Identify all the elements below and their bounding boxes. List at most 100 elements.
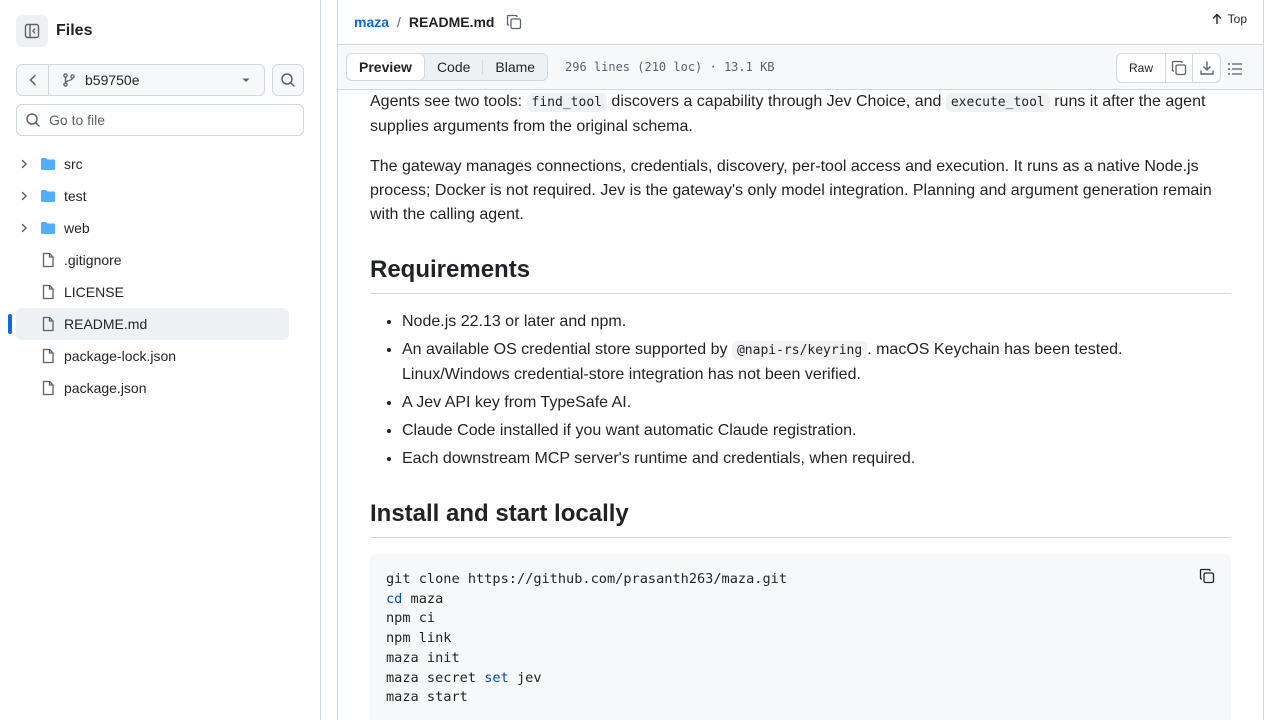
copy-path-button[interactable] bbox=[506, 14, 522, 30]
code-line: git clone https://github.com/prasanth263… bbox=[386, 571, 788, 587]
copy-icon bbox=[1171, 60, 1187, 76]
text: Agents see two tools: bbox=[370, 93, 527, 110]
code-line: cd maza bbox=[386, 590, 1215, 610]
sidebar-collapse-icon bbox=[24, 23, 40, 39]
readme-paragraph: The gateway manages connections, credent… bbox=[370, 158, 1212, 223]
tree-item-label: web bbox=[64, 220, 90, 236]
code-keyword: set bbox=[484, 669, 509, 686]
code-line: maza init bbox=[386, 649, 460, 666]
list-item: Claude Code installed if you want automa… bbox=[402, 419, 1231, 443]
chevron-right-icon[interactable] bbox=[16, 222, 32, 234]
tree-item-label: package.json bbox=[64, 380, 147, 396]
caret-down-icon bbox=[242, 78, 250, 82]
folder-icon bbox=[40, 188, 56, 204]
tree-item-label: README.md bbox=[64, 316, 148, 332]
text: An available OS credential store support… bbox=[402, 341, 732, 358]
file-tree-sidebar: Files b59750e src test bbox=[0, 0, 321, 720]
code-line: npm link bbox=[386, 630, 452, 647]
list-item: A Jev API key from TypeSafe AI. bbox=[402, 391, 1231, 415]
breadcrumb: maza / README.md bbox=[354, 10, 522, 34]
file-tree: src test web .gitignore LICENSE README.m… bbox=[8, 148, 289, 404]
chevron-right-icon[interactable] bbox=[16, 158, 32, 170]
inline-code: @napi-rs/keyring bbox=[731, 341, 868, 360]
chevron-right-icon[interactable] bbox=[16, 190, 32, 202]
copy-raw-button[interactable] bbox=[1166, 54, 1193, 82]
scroll-top-label: Top bbox=[1227, 12, 1247, 26]
breadcrumb-separator: / bbox=[397, 14, 401, 30]
tree-item-readme[interactable]: README.md bbox=[8, 308, 289, 340]
download-button[interactable] bbox=[1193, 54, 1220, 82]
file-icon bbox=[40, 380, 56, 396]
collapse-sidebar-button[interactable] bbox=[16, 15, 48, 47]
tree-item-test[interactable]: test bbox=[16, 180, 289, 212]
tree-item-gitignore[interactable]: .gitignore bbox=[16, 244, 289, 276]
code-line: maza start bbox=[386, 689, 468, 706]
copy-icon bbox=[507, 14, 522, 30]
folder-icon bbox=[40, 156, 56, 172]
code-text: maza secret bbox=[386, 669, 485, 686]
outline-button[interactable] bbox=[1227, 61, 1243, 80]
file-view: maza / README.md Top Preview Code Blame … bbox=[337, 0, 1264, 720]
file-toolbar: Preview Code Blame 296 lines (210 loc) ·… bbox=[338, 44, 1263, 90]
file-icon bbox=[40, 252, 56, 268]
list-item: An available OS credential store support… bbox=[402, 338, 1231, 387]
inline-code: execute_tool bbox=[945, 93, 1050, 112]
code-keyword: cd bbox=[386, 590, 403, 607]
copy-code-button[interactable] bbox=[1199, 568, 1215, 590]
text: discovers a capability through Jev Choic… bbox=[606, 93, 946, 110]
code-line: maza secret set jev bbox=[386, 669, 1215, 689]
code-text: jev bbox=[508, 669, 542, 686]
tree-item-label: .gitignore bbox=[64, 252, 122, 268]
search-files-button[interactable] bbox=[272, 64, 304, 96]
list-outline-icon bbox=[1228, 63, 1242, 75]
tree-item-label: LICENSE bbox=[64, 284, 124, 300]
go-to-file-field[interactable] bbox=[16, 104, 304, 136]
file-icon bbox=[40, 284, 56, 300]
scroll-top-button[interactable]: Top bbox=[1210, 12, 1247, 26]
search-icon bbox=[26, 113, 40, 127]
arrow-up-icon bbox=[1212, 13, 1222, 24]
list-item: Node.js 22.13 or later and npm. bbox=[402, 310, 1231, 334]
tree-item-label: src bbox=[64, 156, 83, 172]
file-info: 296 lines (210 loc) · 13.1 KB bbox=[565, 60, 775, 74]
requirements-list: Node.js 22.13 or later and npm. An avail… bbox=[370, 310, 1231, 471]
tab-preview[interactable]: Preview bbox=[346, 53, 425, 81]
tree-item-web[interactable]: web bbox=[16, 212, 289, 244]
back-button[interactable] bbox=[17, 65, 49, 95]
git-branch-icon bbox=[63, 73, 75, 87]
tree-item-package-lock[interactable]: package-lock.json bbox=[16, 340, 289, 372]
copy-icon bbox=[1199, 568, 1215, 584]
breadcrumb-file-name: README.md bbox=[408, 14, 495, 30]
active-indicator bbox=[8, 314, 12, 334]
view-mode-tabs: Preview Code Blame bbox=[346, 53, 549, 81]
tree-item-label: package-lock.json bbox=[64, 348, 177, 364]
heading-requirements: Requirements bbox=[370, 255, 1231, 294]
inline-code: find_tool bbox=[526, 93, 607, 112]
tree-item-label: test bbox=[64, 188, 87, 204]
readme-paragraph: Agents see two tools: find_tool discover… bbox=[370, 90, 1231, 139]
code-block: git clone https://github.com/prasanth263… bbox=[370, 554, 1231, 720]
breadcrumb-repo-link[interactable]: maza bbox=[354, 14, 389, 30]
sidebar-header: Files bbox=[16, 15, 92, 47]
branch-name: b59750e bbox=[85, 72, 140, 88]
file-icon bbox=[40, 348, 56, 364]
search-icon bbox=[281, 73, 295, 87]
download-icon bbox=[1199, 61, 1214, 75]
tab-code[interactable]: Code bbox=[425, 54, 482, 80]
raw-button[interactable]: Raw bbox=[1117, 54, 1166, 82]
heading-install: Install and start locally bbox=[370, 499, 1231, 538]
tree-item-src[interactable]: src bbox=[16, 148, 289, 180]
go-to-file-input[interactable] bbox=[49, 112, 289, 128]
readme-content: Agents see two tools: find_tool discover… bbox=[370, 90, 1231, 720]
sidebar-title: Files bbox=[56, 22, 93, 39]
file-icon bbox=[40, 316, 56, 332]
folder-icon bbox=[40, 220, 56, 236]
branch-row: b59750e bbox=[16, 64, 304, 96]
code-text: maza bbox=[402, 590, 444, 607]
tree-item-package-json[interactable]: package.json bbox=[16, 372, 289, 404]
branch-group: b59750e bbox=[16, 64, 265, 96]
tab-blame[interactable]: Blame bbox=[483, 54, 547, 80]
code-line: npm ci bbox=[386, 610, 436, 627]
tree-item-license[interactable]: LICENSE bbox=[16, 276, 289, 308]
branch-selector[interactable]: b59750e bbox=[49, 65, 264, 95]
